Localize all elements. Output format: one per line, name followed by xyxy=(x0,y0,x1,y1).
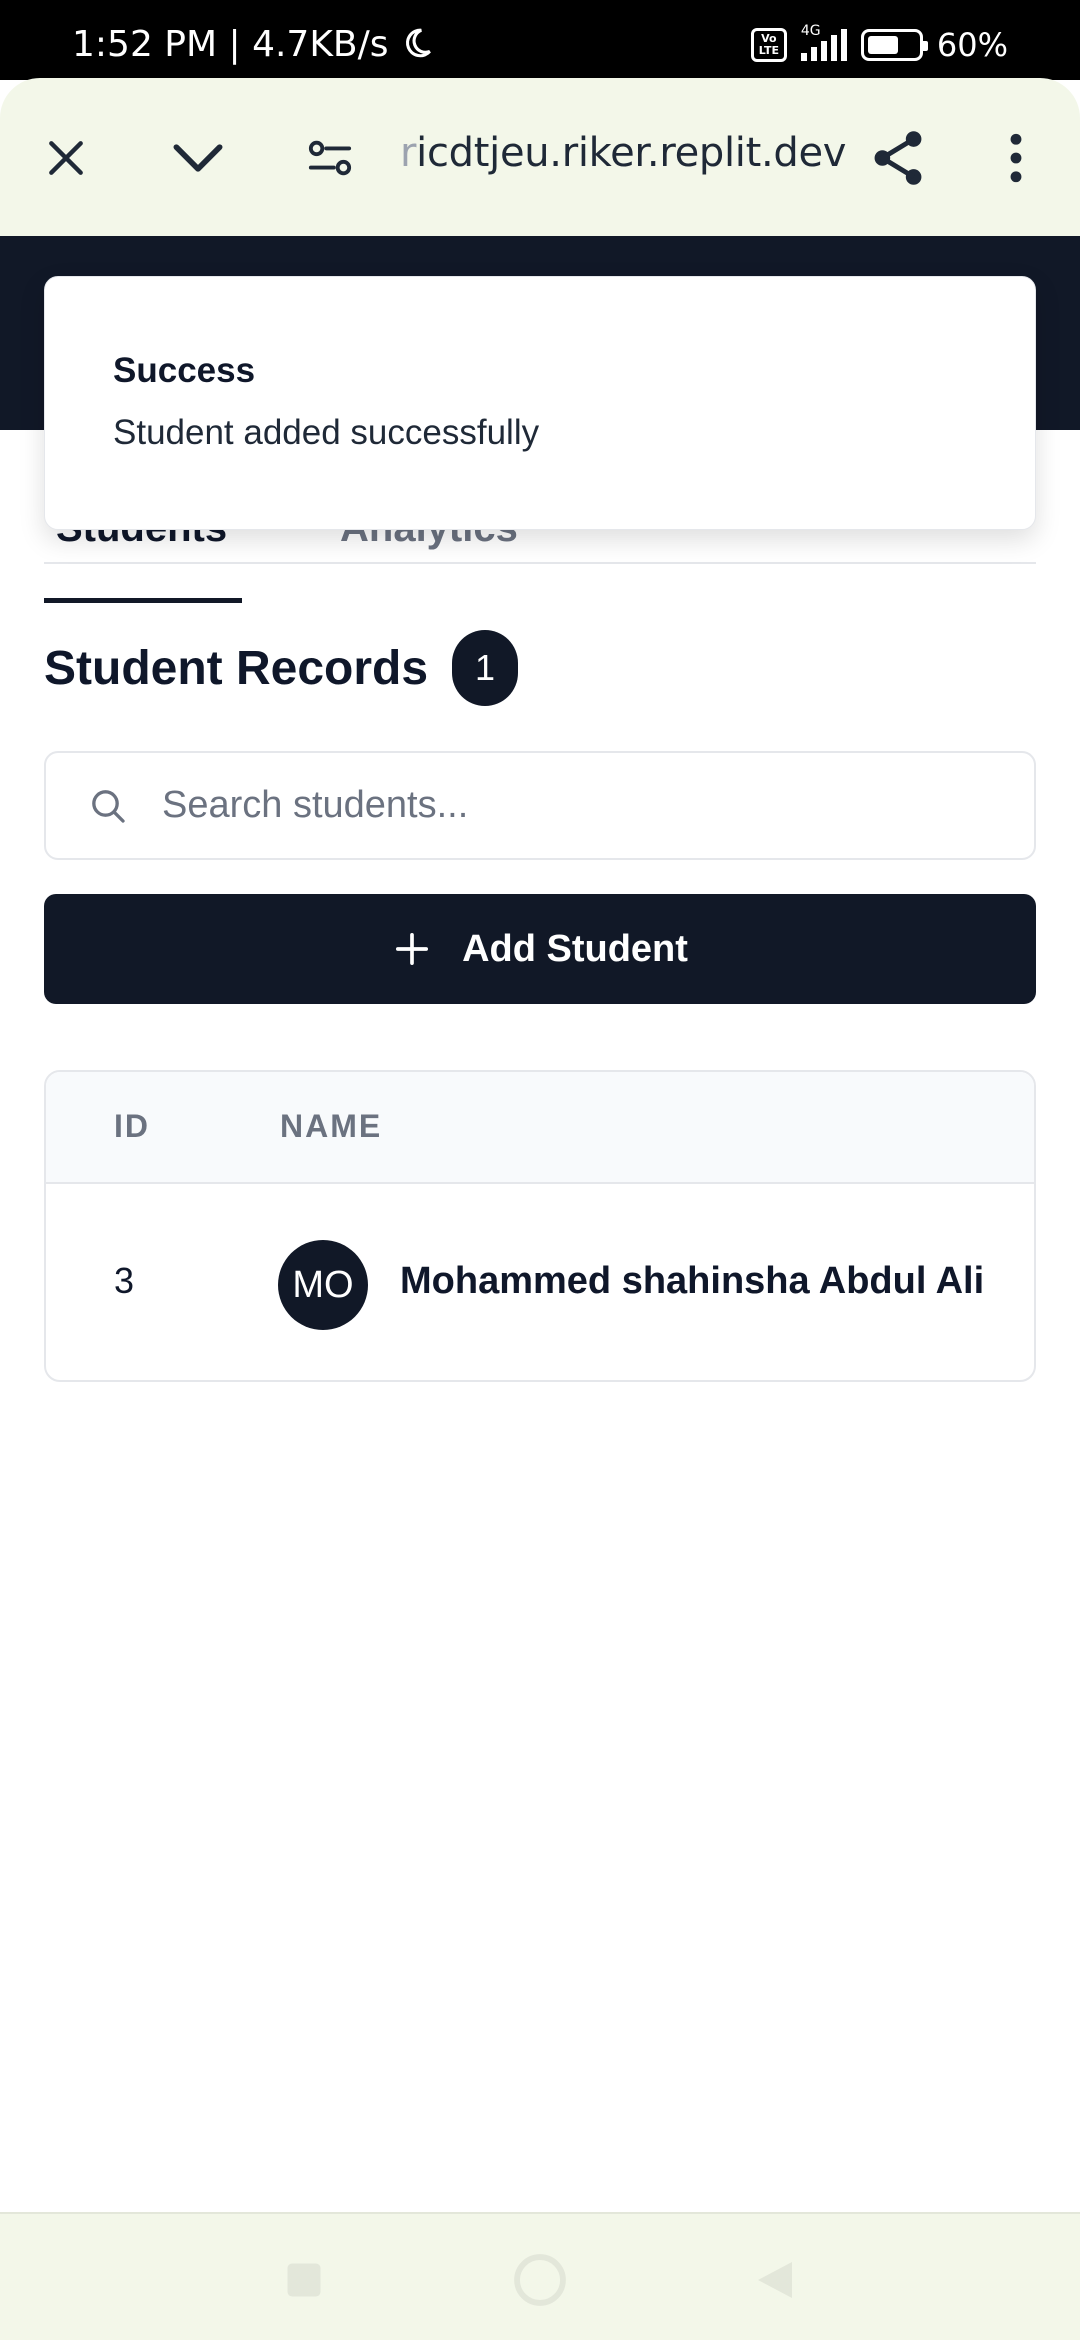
table-header: ID NAME xyxy=(46,1072,1034,1184)
table-row[interactable]: 3 MO Mohammed shahinsha Abdul Ali xyxy=(46,1184,1034,1380)
back-icon[interactable] xyxy=(746,2250,806,2310)
search-input[interactable] xyxy=(162,784,1002,827)
search-icon xyxy=(76,774,140,838)
status-icons: Vo LTE 4G 60% xyxy=(750,23,1008,64)
page-title: Student Records xyxy=(44,641,429,695)
add-student-button[interactable]: Add Student xyxy=(44,894,1036,1004)
active-tab-indicator xyxy=(44,598,242,603)
toast-title: Success xyxy=(113,351,256,390)
volte-icon: Vo LTE xyxy=(750,28,787,62)
column-header-id[interactable]: ID xyxy=(114,1108,150,1145)
battery-percent: 60% xyxy=(936,26,1008,64)
success-toast[interactable]: Success Student added successfully xyxy=(44,276,1036,530)
battery-fill xyxy=(867,36,898,54)
search-box[interactable] xyxy=(44,751,1036,860)
student-name: Mohammed shahinsha Abdul Ali xyxy=(400,1260,985,1302)
recents-icon[interactable] xyxy=(274,2250,334,2310)
avatar: MO xyxy=(278,1240,368,1330)
more-options-icon[interactable] xyxy=(984,126,1048,190)
toast-message: Student added successfully xyxy=(113,413,540,452)
chevron-down-icon[interactable] xyxy=(166,126,230,190)
records-heading: Student Records 1 xyxy=(44,630,519,706)
student-id: 3 xyxy=(114,1260,135,1301)
add-student-label: Add Student xyxy=(462,927,688,970)
plus-icon xyxy=(392,929,432,969)
signal-icon: 4G xyxy=(800,23,847,61)
url-bar[interactable]: ricdtjeu.riker.replit.dev xyxy=(400,130,846,176)
system-nav-bar xyxy=(0,2212,1080,2340)
share-icon[interactable] xyxy=(866,126,930,190)
moon-icon xyxy=(400,24,434,65)
site-settings-icon[interactable] xyxy=(298,126,362,190)
status-time-speed: 1:52 PM | 4.7KB/s xyxy=(72,24,434,65)
close-icon[interactable] xyxy=(34,126,98,190)
record-count-badge: 1 xyxy=(452,630,519,706)
student-table: ID NAME 3 MO Mohammed shahinsha Abdul Al… xyxy=(44,1070,1036,1382)
battery-icon xyxy=(860,29,928,61)
home-icon[interactable] xyxy=(510,2250,570,2310)
status-bar: 1:52 PM | 4.7KB/s Vo LTE 4G 60% xyxy=(0,0,1080,80)
column-header-name[interactable]: NAME xyxy=(280,1108,382,1145)
browser-toolbar: ricdtjeu.riker.replit.dev xyxy=(0,78,1080,236)
